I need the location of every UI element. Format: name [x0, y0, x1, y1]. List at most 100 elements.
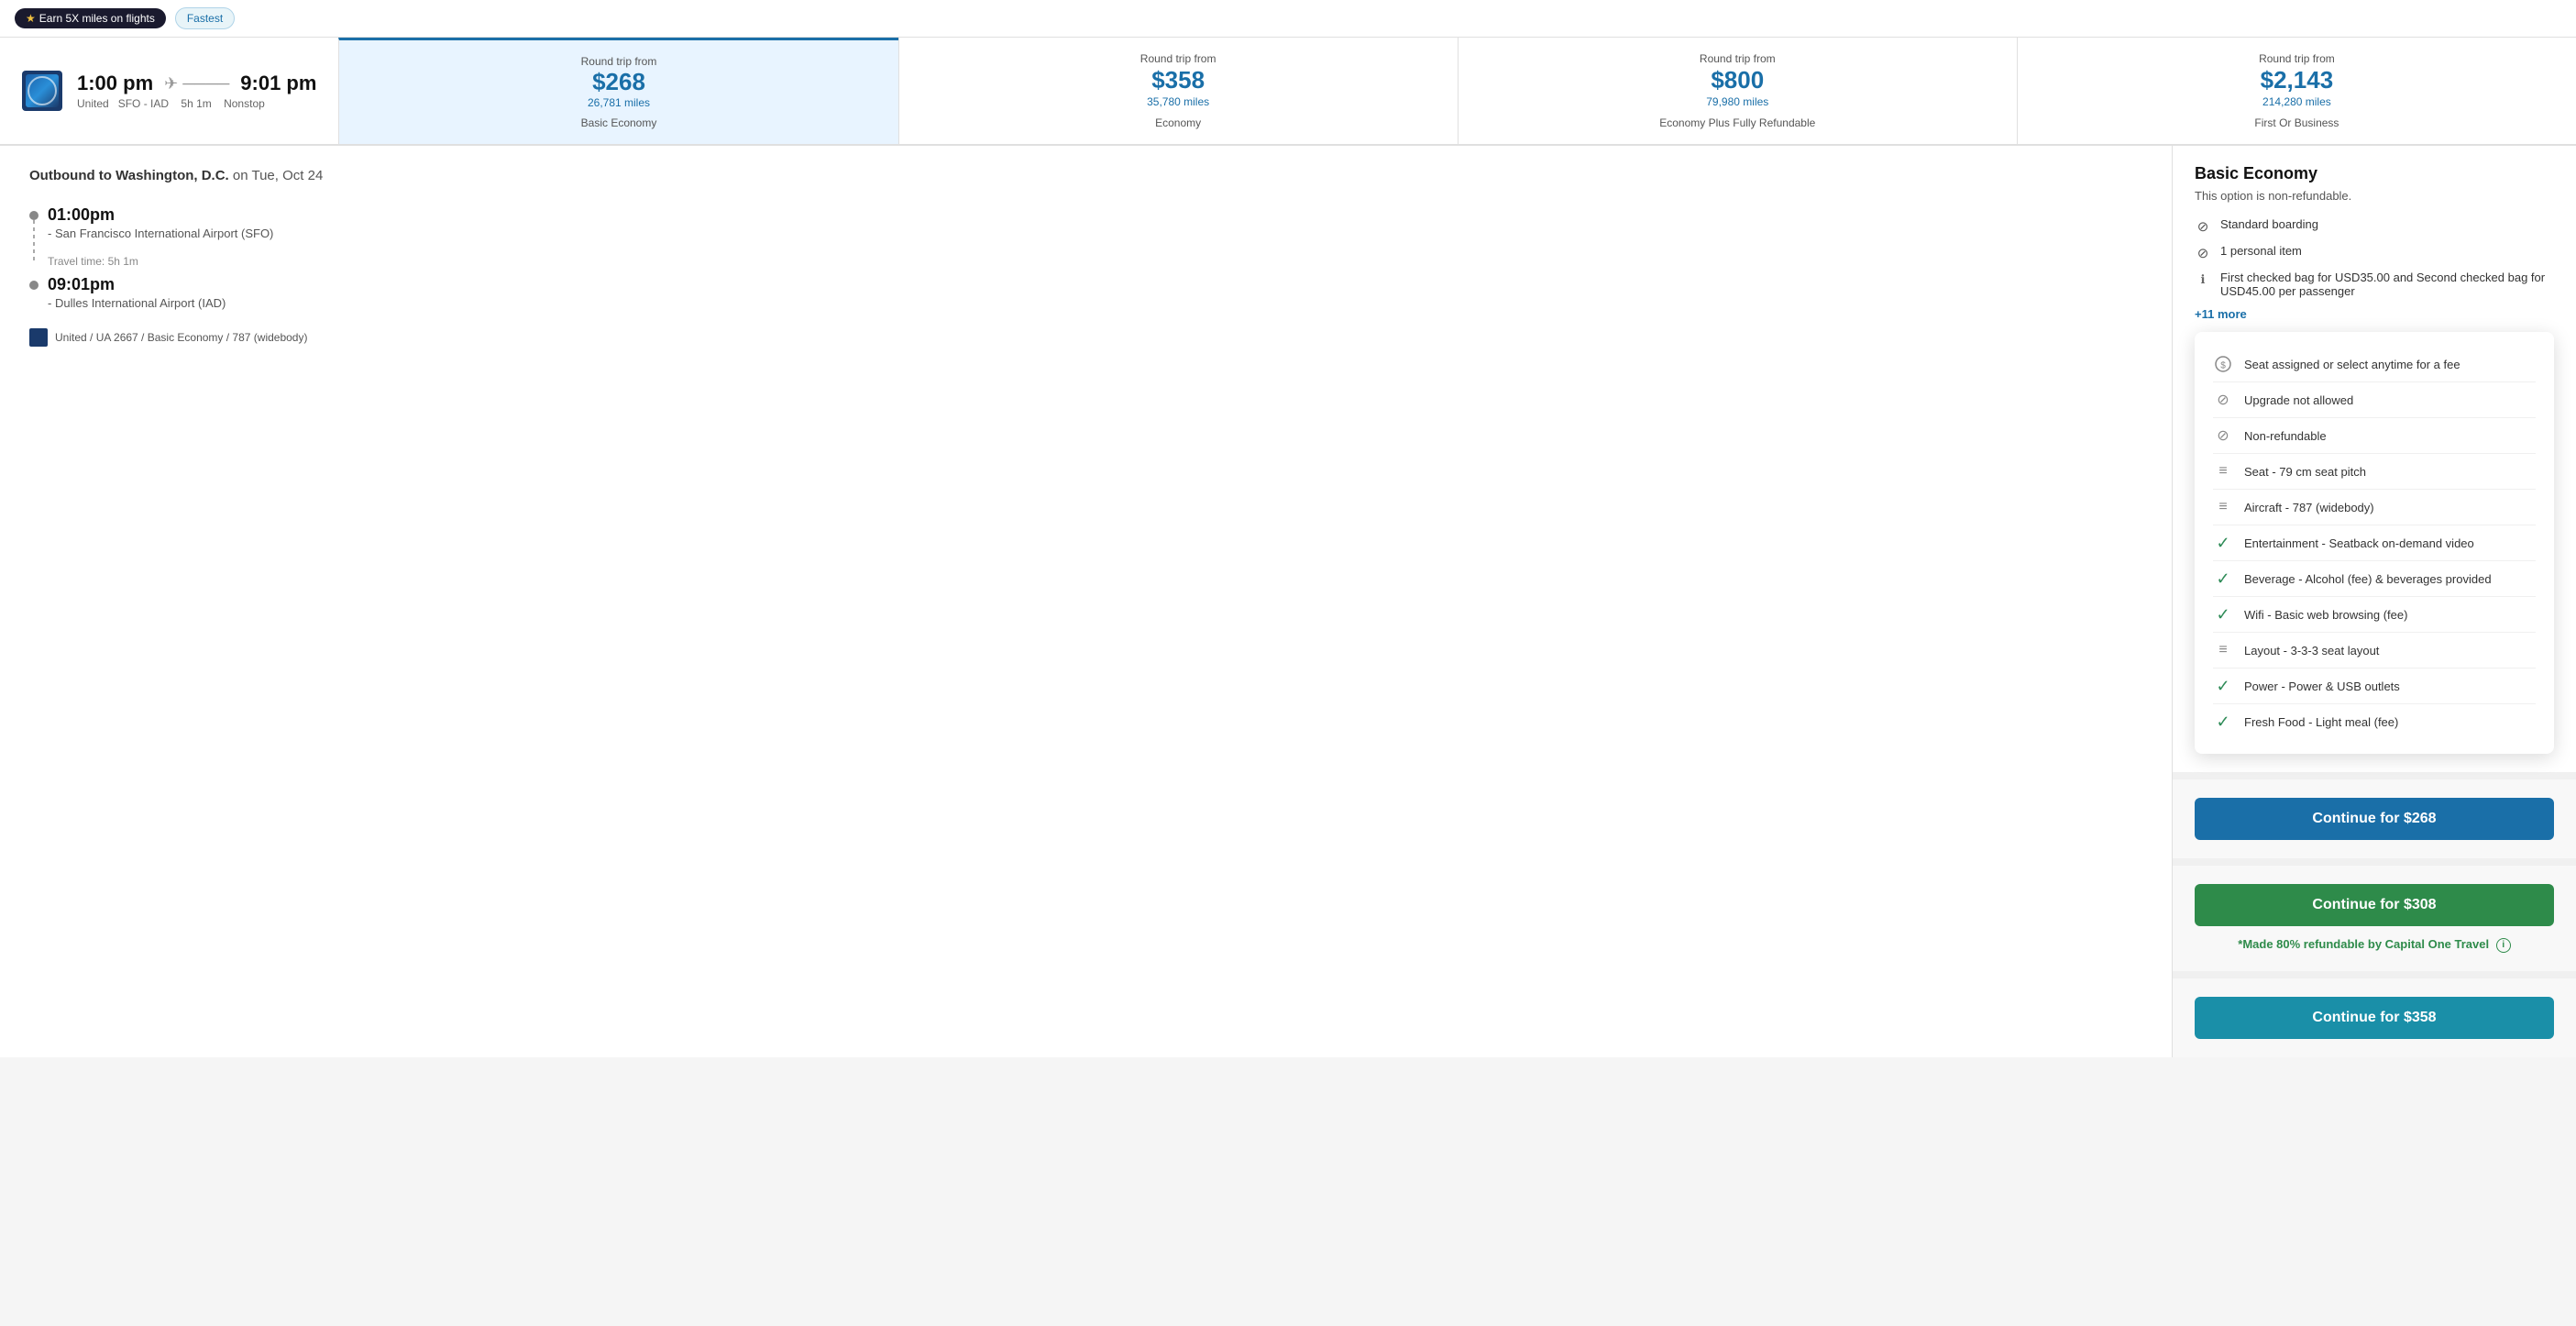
fare-title: Basic Economy — [2195, 164, 2554, 183]
flight-duration: 5h 1m — [181, 97, 211, 110]
price-miles-3: 214,280 miles — [2262, 95, 2331, 108]
price-card-label-0: Round trip from — [581, 55, 657, 68]
block-icon-upgrade: ⊘ — [2213, 390, 2233, 410]
times-block: 1:00 pm ✈ ──── 9:01 pm United SFO - IAD … — [77, 72, 316, 110]
popup-text-2: Non-refundable — [2244, 429, 2327, 443]
continue-308-section: Continue for $308 *Made 80% refundable b… — [2173, 866, 2576, 971]
earn-badge-text: Earn 5X miles on flights — [39, 12, 155, 25]
price-miles-2: 79,980 miles — [1706, 95, 1768, 108]
popup-text-3: Seat - 79 cm seat pitch — [2244, 465, 2366, 479]
price-amount-0: $268 — [592, 68, 645, 96]
airline-name: United — [77, 97, 109, 110]
capital-one-info-icon[interactable]: i — [2496, 938, 2511, 953]
depart-time-detail: 01:00pm — [48, 205, 2142, 225]
popup-item-7: ✓ Wifi - Basic web browsing (fee) — [2213, 597, 2536, 633]
flight-meta: United / UA 2667 / Basic Economy / 787 (… — [29, 328, 2142, 347]
fare-item-2: ℹ First checked bag for USD35.00 and Sec… — [2195, 271, 2554, 298]
popup-text-9: Power - Power & USB outlets — [2244, 680, 2400, 693]
depart-airport: San Francisco International Airport (SFO… — [55, 227, 273, 240]
airline-logo-inner — [26, 74, 59, 107]
flight-meta-logo — [29, 328, 48, 347]
arrive-time: 9:01 pm — [240, 72, 316, 95]
popup-item-10: ✓ Fresh Food - Light meal (fee) — [2213, 704, 2536, 739]
flight-row: 1:00 pm ✈ ──── 9:01 pm United SFO - IAD … — [0, 38, 2576, 146]
section-divider-2 — [2173, 971, 2576, 978]
depart-airport-name: - San Francisco International Airport (S… — [48, 227, 2142, 240]
continue-basic-button[interactable]: Continue for $268 — [2195, 798, 2554, 840]
check-icon-wifi: ✓ — [2213, 604, 2233, 624]
route-info: United SFO - IAD 5h 1m Nonstop — [77, 97, 316, 110]
lines-icon-seat: ≡ — [2213, 461, 2233, 481]
capital-one-note: *Made 80% refundable by Capital One Trav… — [2195, 937, 2554, 953]
section-divider-1 — [2173, 858, 2576, 866]
price-amount-2: $800 — [1711, 66, 1764, 94]
capital-one-highlight: 80% refundable — [2276, 937, 2364, 951]
lines-icon-layout: ≡ — [2213, 640, 2233, 660]
price-card-basic-economy[interactable]: Round trip from $268 26,781 miles Basic … — [338, 38, 897, 144]
price-class-3: First Or Business — [2254, 116, 2339, 129]
fare-item-1: ⊘ 1 personal item — [2195, 244, 2554, 261]
popup-item-9: ✓ Power - Power & USB outlets — [2213, 669, 2536, 704]
price-miles-1: 35,780 miles — [1147, 95, 1209, 108]
capital-one-prefix: *Made — [2238, 937, 2276, 951]
timeline-arrive: 09:01pm - Dulles International Airport (… — [48, 275, 2142, 310]
fastest-badge: Fastest — [175, 7, 235, 29]
popup-text-1: Upgrade not allowed — [2244, 393, 2353, 407]
popup-text-6: Beverage - Alcohol (fee) & beverages pro… — [2244, 572, 2492, 586]
block-icon-1: ⊘ — [2195, 245, 2211, 261]
price-card-label-3: Round trip from — [2259, 52, 2335, 65]
flight-route: SFO - IAD — [118, 97, 169, 110]
popup-item-0: $ Seat assigned or select anytime for a … — [2213, 347, 2536, 382]
more-link[interactable]: +11 more — [2195, 307, 2554, 321]
price-amount-3: $2,143 — [2261, 66, 2334, 94]
block-icon-refund: ⊘ — [2213, 425, 2233, 446]
left-panel: Outbound to Washington, D.C. on Tue, Oct… — [0, 146, 2173, 1057]
price-card-first-business[interactable]: Round trip from $2,143 214,280 miles Fir… — [2017, 38, 2576, 144]
check-icon-entertainment: ✓ — [2213, 533, 2233, 553]
popup-text-7: Wifi - Basic web browsing (fee) — [2244, 608, 2407, 622]
travel-time: Travel time: 5h 1m — [48, 255, 2142, 268]
popup-item-4: ≡ Aircraft - 787 (widebody) — [2213, 490, 2536, 525]
popup-text-8: Layout - 3-3-3 seat layout — [2244, 644, 2379, 657]
flight-stops: Nonstop — [224, 97, 265, 110]
price-card-economy-plus[interactable]: Round trip from $800 79,980 miles Econom… — [1458, 38, 2017, 144]
popup-item-5: ✓ Entertainment - Seatback on-demand vid… — [2213, 525, 2536, 561]
top-bar: ★ Earn 5X miles on flights Fastest — [0, 0, 2576, 38]
plane-line-icon: ✈ ──── — [164, 74, 229, 94]
continue-358-button[interactable]: Continue for $358 — [2195, 997, 2554, 1039]
price-class-1: Economy — [1155, 116, 1201, 129]
arrive-airport-name: - Dulles International Airport (IAD) — [48, 296, 2142, 310]
outbound-date: on Tue, Oct 24 — [233, 168, 323, 183]
price-card-economy[interactable]: Round trip from $358 35,780 miles Econom… — [898, 38, 1458, 144]
timeline-dot-depart — [29, 211, 39, 220]
earn-badge: ★ Earn 5X miles on flights — [15, 8, 166, 28]
flight-info: 1:00 pm ✈ ──── 9:01 pm United SFO - IAD … — [0, 38, 338, 144]
popup-text-5: Entertainment - Seatback on-demand video — [2244, 536, 2474, 550]
check-icon-power: ✓ — [2213, 676, 2233, 696]
flight-meta-text: United / UA 2667 / Basic Economy / 787 (… — [55, 331, 307, 344]
block-icon-0: ⊘ — [2195, 218, 2211, 235]
timeline-depart: 01:00pm - San Francisco International Ai… — [48, 205, 2142, 240]
price-class-2: Economy Plus Fully Refundable — [1659, 116, 1815, 129]
times-row: 1:00 pm ✈ ──── 9:01 pm — [77, 72, 316, 95]
fare-item-text-2: First checked bag for USD35.00 and Secon… — [2220, 271, 2554, 298]
price-class-0: Basic Economy — [581, 116, 657, 129]
star-icon: ★ — [26, 12, 36, 25]
fare-subtitle: This option is non-refundable. — [2195, 189, 2554, 203]
popup-text-4: Aircraft - 787 (widebody) — [2244, 501, 2374, 514]
price-card-label-1: Round trip from — [1140, 52, 1216, 65]
continue-308-button[interactable]: Continue for $308 — [2195, 884, 2554, 926]
info-icon-2: ℹ — [2195, 271, 2211, 288]
arrive-airport: Dulles International Airport (IAD) — [55, 296, 226, 310]
price-miles-0: 26,781 miles — [588, 96, 650, 109]
popup-item-8: ≡ Layout - 3-3-3 seat layout — [2213, 633, 2536, 669]
continue-358-section: Continue for $358 — [2173, 978, 2576, 1057]
arrive-time-detail: 09:01pm — [48, 275, 2142, 294]
popup-item-3: ≡ Seat - 79 cm seat pitch — [2213, 454, 2536, 490]
fare-item-0: ⊘ Standard boarding — [2195, 217, 2554, 235]
outbound-destination: Outbound to Washington, D.C. — [29, 168, 229, 183]
flight-timeline: 01:00pm - San Francisco International Ai… — [29, 205, 2142, 310]
popup-item-6: ✓ Beverage - Alcohol (fee) & beverages p… — [2213, 561, 2536, 597]
fastest-badge-text: Fastest — [187, 12, 223, 25]
popup-text-0: Seat assigned or select anytime for a fe… — [2244, 358, 2460, 371]
